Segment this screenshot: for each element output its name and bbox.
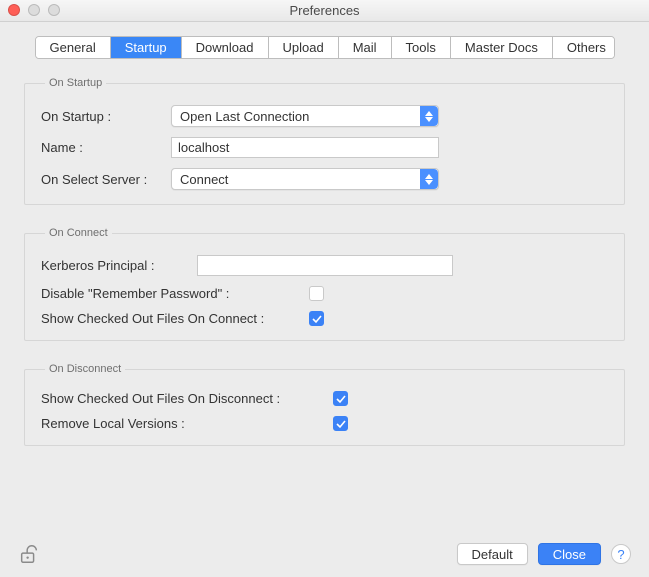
footer: Default Close ? [18, 543, 631, 565]
name-input[interactable] [171, 137, 439, 158]
name-label: Name : [41, 140, 171, 155]
disable-remember-password-label: Disable "Remember Password" : [41, 286, 309, 301]
minimize-window-icon [28, 4, 40, 16]
tab-master-docs[interactable]: Master Docs [451, 37, 553, 58]
show-checked-out-on-connect-label: Show Checked Out Files On Connect : [41, 311, 309, 326]
chevron-up-down-icon [420, 106, 438, 126]
kerberos-input[interactable] [197, 255, 453, 276]
group-on-disconnect-legend: On Disconnect [45, 363, 125, 375]
on-select-server-label: On Select Server : [41, 172, 171, 187]
window-title: Preferences [289, 3, 359, 18]
kerberos-label: Kerberos Principal : [41, 258, 197, 273]
traffic-lights [8, 4, 60, 16]
chevron-up-down-icon [420, 169, 438, 189]
tab-upload[interactable]: Upload [269, 37, 339, 58]
remove-local-versions-label: Remove Local Versions : [41, 416, 333, 431]
group-on-disconnect: On Disconnect Show Checked Out Files On … [24, 363, 625, 446]
title-bar: Preferences [0, 0, 649, 22]
tab-tools[interactable]: Tools [392, 37, 451, 58]
show-checked-out-on-connect-checkbox[interactable] [309, 311, 324, 326]
on-startup-select[interactable]: Open Last Connection [171, 105, 439, 127]
remove-local-versions-checkbox[interactable] [333, 416, 348, 431]
on-select-server-value: Connect [180, 172, 228, 187]
tab-startup[interactable]: Startup [111, 37, 182, 58]
show-checked-out-on-disconnect-checkbox[interactable] [333, 391, 348, 406]
tab-download[interactable]: Download [182, 37, 269, 58]
help-icon: ? [617, 547, 624, 562]
group-on-startup: On Startup On Startup : Open Last Connec… [24, 77, 625, 205]
tab-general[interactable]: General [36, 37, 111, 58]
tab-mail[interactable]: Mail [339, 37, 392, 58]
help-button[interactable]: ? [611, 544, 631, 564]
disable-remember-password-checkbox[interactable] [309, 286, 324, 301]
show-checked-out-on-disconnect-label: Show Checked Out Files On Disconnect : [41, 391, 333, 406]
close-window-icon[interactable] [8, 4, 20, 16]
group-on-startup-legend: On Startup [45, 77, 106, 89]
tab-others[interactable]: Others [553, 37, 615, 58]
zoom-window-icon [48, 4, 60, 16]
group-on-connect-legend: On Connect [45, 227, 112, 239]
on-startup-label: On Startup : [41, 109, 171, 124]
lock-open-icon[interactable] [18, 543, 40, 565]
on-startup-select-value: Open Last Connection [180, 109, 309, 124]
close-button[interactable]: Close [538, 543, 601, 565]
group-on-connect: On Connect Kerberos Principal : Disable … [24, 227, 625, 341]
tab-bar: General Startup Download Upload Mail Too… [35, 36, 615, 59]
on-select-server-select[interactable]: Connect [171, 168, 439, 190]
default-button[interactable]: Default [457, 543, 528, 565]
